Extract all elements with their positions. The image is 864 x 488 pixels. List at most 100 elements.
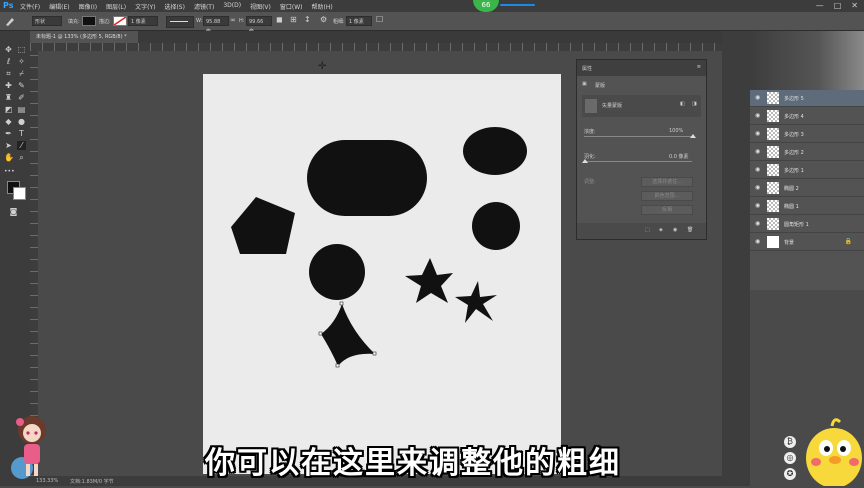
- menu-view[interactable]: 视图(V): [250, 2, 271, 11]
- layer-row[interactable]: ◉ 多边形 4: [750, 108, 864, 125]
- ruler-horizontal[interactable]: [30, 43, 722, 51]
- feather-slider[interactable]: [584, 161, 692, 162]
- feather-slider-handle[interactable]: [582, 159, 588, 163]
- menu-window[interactable]: 窗口(W): [280, 2, 303, 11]
- stroke-width-field[interactable]: 1 像素: [128, 16, 158, 26]
- eye-icon[interactable]: ◉: [755, 238, 760, 245]
- layer-row[interactable]: ◉ 圆角矩形 1: [750, 216, 864, 233]
- maximize-button[interactable]: □: [834, 1, 842, 10]
- document-canvas[interactable]: [203, 74, 561, 474]
- mask-section-label: 蒙版: [595, 83, 606, 89]
- visibility-eye-icon[interactable]: ◉: [673, 227, 677, 233]
- density-slider-handle[interactable]: [690, 134, 696, 138]
- feather-value[interactable]: 0.0 像素: [669, 153, 689, 160]
- trash-icon[interactable]: 🗑: [687, 227, 693, 233]
- layer-row[interactable]: ◉ 多边形 1: [750, 162, 864, 179]
- line-tool-icon[interactable]: ⁄: [17, 141, 26, 150]
- eye-icon[interactable]: ◉: [755, 166, 760, 173]
- layer-row[interactable]: ◉ 多边形 5: [750, 90, 864, 107]
- layer-row[interactable]: ◉ 椭圆 2: [750, 180, 864, 197]
- pen-tool-icon[interactable]: [4, 16, 16, 26]
- layer-thumbnail: [767, 92, 779, 104]
- fill-swatch[interactable]: [82, 16, 96, 26]
- link-icon[interactable]: ∞: [230, 16, 236, 24]
- eyedropper-icon[interactable]: ⌿: [17, 69, 26, 78]
- eye-icon[interactable]: ◉: [755, 94, 760, 101]
- dodge-tool-icon[interactable]: ●: [17, 117, 26, 126]
- menu-items: 文件(F) 编辑(E) 图像(I) 图层(L) 文字(Y) 选择(S) 滤镜(T…: [20, 2, 333, 11]
- menu-type[interactable]: 文字(Y): [135, 2, 155, 11]
- pen-tool-icon[interactable]: ✒: [4, 129, 13, 138]
- add-pixel-mask-icon[interactable]: ◧: [680, 101, 685, 107]
- stroke-swatch[interactable]: [113, 16, 127, 26]
- path-select-icon[interactable]: ➤: [4, 141, 13, 150]
- eye-icon[interactable]: ◉: [755, 148, 760, 155]
- eye-icon[interactable]: ◉: [755, 220, 760, 227]
- align-edges-checkbox[interactable]: ☐: [376, 15, 383, 24]
- density-slider[interactable]: [584, 136, 692, 137]
- density-value[interactable]: 100%: [669, 128, 683, 134]
- panel-menu-icon[interactable]: ≡: [697, 64, 701, 70]
- type-tool-icon[interactable]: T: [17, 129, 26, 138]
- thickness-field[interactable]: 1 像素: [346, 16, 372, 26]
- eraser-tool-icon[interactable]: ◩: [4, 105, 13, 114]
- share-icon[interactable]: ◎: [784, 452, 796, 464]
- layer-name: 多边形 4: [784, 114, 804, 120]
- dollar-icon[interactable]: ₿: [784, 436, 796, 448]
- document-tab[interactable]: 未标题-1 @ 133% (多边形 5, RGB/8) *: [30, 31, 138, 43]
- magic-wand-icon[interactable]: ✧: [17, 57, 26, 66]
- select-and-mask-button[interactable]: 选择并遮住...: [641, 177, 693, 187]
- star-icon[interactable]: ✪: [784, 468, 796, 480]
- gradient-tool-icon[interactable]: ▤: [17, 105, 26, 114]
- menu-select[interactable]: 选择(S): [164, 2, 185, 11]
- marquee-tool-icon[interactable]: ⬚: [17, 45, 26, 54]
- layer-row[interactable]: ◉ 多边形 3: [750, 126, 864, 143]
- stroke-type-select[interactable]: [166, 16, 194, 28]
- path-arrange-icon[interactable]: ↕: [304, 15, 311, 24]
- menu-edit[interactable]: 编辑(E): [49, 2, 69, 11]
- layer-name: 多边形 5: [784, 96, 804, 102]
- apply-mask-icon[interactable]: ◈: [659, 227, 663, 233]
- background-color-swatch[interactable]: [13, 187, 26, 200]
- hand-tool-icon[interactable]: ✋: [4, 153, 14, 162]
- eye-icon[interactable]: ◉: [755, 184, 760, 191]
- quick-mask-icon[interactable]: ◙: [9, 207, 18, 216]
- vector-mask-row[interactable]: 矢量蒙版 ◧ ◨: [582, 95, 701, 117]
- eye-icon[interactable]: ◉: [755, 112, 760, 119]
- history-brush-icon[interactable]: ✐: [17, 93, 26, 102]
- gear-icon[interactable]: ⚙: [320, 15, 327, 24]
- menu-3d[interactable]: 3D(D): [223, 2, 241, 11]
- menu-file[interactable]: 文件(F): [20, 2, 40, 11]
- invert-button[interactable]: 反相: [641, 205, 693, 215]
- path-ops-icon[interactable]: ◼: [276, 15, 283, 24]
- crop-tool-icon[interactable]: ⌗: [4, 69, 13, 78]
- mode-select[interactable]: 形状: [32, 16, 62, 26]
- minimize-button[interactable]: —: [816, 1, 824, 10]
- load-selection-icon[interactable]: ⬚: [645, 227, 650, 233]
- menu-layer[interactable]: 图层(L): [106, 2, 126, 11]
- width-field[interactable]: 95.88 像: [203, 16, 229, 35]
- stamp-tool-icon[interactable]: ♜: [4, 93, 13, 102]
- path-align-icon[interactable]: ⊞: [290, 15, 297, 24]
- add-vector-mask-icon[interactable]: ◨: [692, 101, 697, 107]
- healing-brush-icon[interactable]: ✚: [4, 81, 13, 90]
- blur-tool-icon[interactable]: ◆: [4, 117, 13, 126]
- layer-thumbnail: [767, 236, 779, 248]
- close-button[interactable]: ✕: [851, 1, 858, 10]
- menu-image[interactable]: 图像(I): [79, 2, 97, 11]
- eye-icon[interactable]: ◉: [755, 130, 760, 137]
- move-tool-icon[interactable]: ✥: [4, 45, 13, 54]
- layer-row[interactable]: ◉ 多边形 2: [750, 144, 864, 161]
- brush-tool-icon[interactable]: ✎: [17, 81, 26, 90]
- color-range-button[interactable]: 颜色范围...: [641, 191, 693, 201]
- layer-row[interactable]: ◉ 椭圆 1: [750, 198, 864, 215]
- more-tools-icon[interactable]: •••: [4, 167, 15, 176]
- zoom-tool-icon[interactable]: ⌕: [17, 153, 26, 162]
- panel-dock-strip: [722, 31, 750, 486]
- menu-filter[interactable]: 滤镜(T): [194, 2, 214, 11]
- height-field[interactable]: 99.66 像: [246, 16, 272, 35]
- menu-help[interactable]: 帮助(H): [312, 2, 333, 11]
- eye-icon[interactable]: ◉: [755, 202, 760, 209]
- layer-row[interactable]: ◉ 背景 🔒: [750, 234, 864, 251]
- lasso-tool-icon[interactable]: ℓ: [4, 57, 13, 66]
